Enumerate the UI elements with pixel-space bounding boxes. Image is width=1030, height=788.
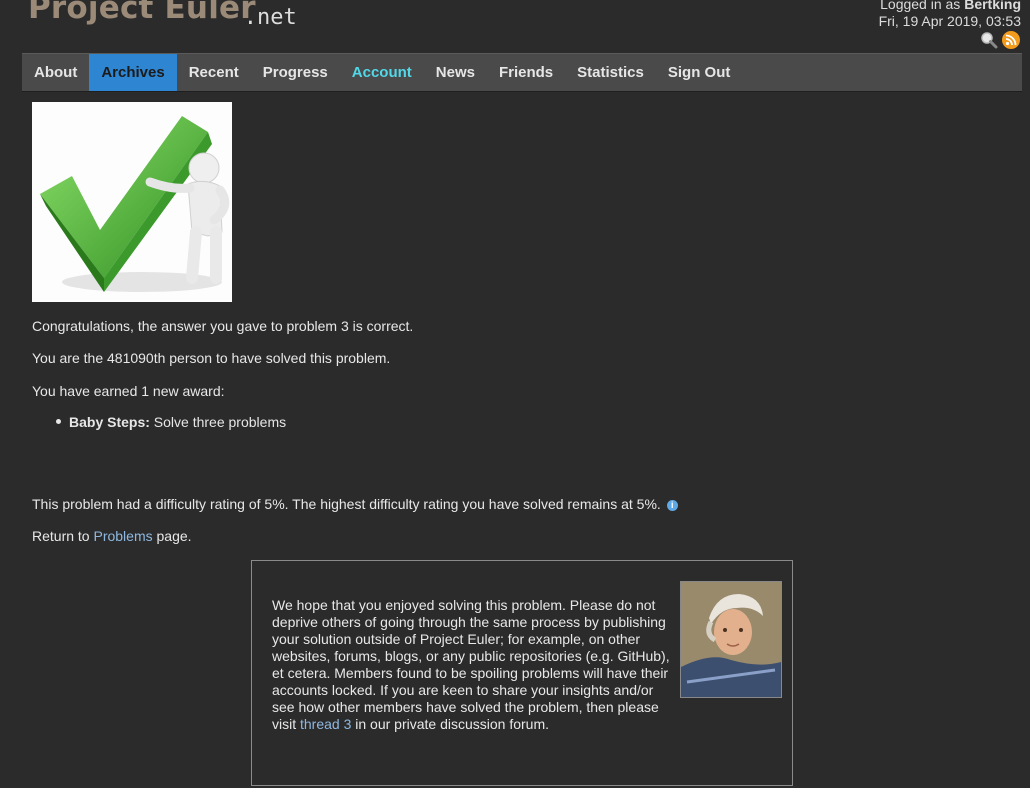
tab-news[interactable]: News xyxy=(424,54,487,91)
correct-answer-image xyxy=(32,102,232,302)
info-icon[interactable]: i xyxy=(666,500,678,511)
tab-about[interactable]: About xyxy=(22,54,89,91)
site-logo[interactable]: Project Euler.net xyxy=(28,0,309,30)
tab-recent[interactable]: Recent xyxy=(177,54,251,91)
logged-in-label: Logged in as xyxy=(880,0,965,12)
difficulty-text: This problem had a difficulty rating of … xyxy=(32,496,661,512)
euler-portrait xyxy=(680,581,782,698)
date-time: Fri, 19 Apr 2019, 03:53 xyxy=(878,13,1021,29)
logo-title: Project Euler xyxy=(28,0,256,26)
login-status: Logged in as Bertking Fri, 19 Apr 2019, … xyxy=(879,0,1021,30)
thread-link[interactable]: thread 3 xyxy=(300,716,351,732)
difficulty-line: This problem had a difficulty rating of … xyxy=(32,496,678,512)
award-description: Solve three problems xyxy=(149,414,287,430)
return-suffix: page. xyxy=(152,528,192,544)
tab-friends[interactable]: Friends xyxy=(487,54,565,91)
congrats-message: Congratulations, the answer you gave to … xyxy=(32,318,414,334)
rss-icon[interactable] xyxy=(1002,31,1020,49)
return-line: Return to Problems page. xyxy=(32,528,192,544)
tab-account[interactable]: Account xyxy=(340,54,424,91)
award-name: Baby Steps: xyxy=(69,414,150,430)
search-icon[interactable] xyxy=(980,31,998,49)
main-nav: About Archives Recent Progress Account N… xyxy=(22,53,1022,92)
bullet-icon xyxy=(56,419,61,424)
header-icons xyxy=(980,31,1020,49)
tab-archives[interactable]: Archives xyxy=(89,54,177,91)
logo-suffix: .net xyxy=(243,5,297,30)
problems-link[interactable]: Problems xyxy=(93,528,152,544)
award-item: Baby Steps: Solve three problems xyxy=(56,414,286,430)
tab-sign-out[interactable]: Sign Out xyxy=(656,54,743,91)
notice-end: in our private discussion forum. xyxy=(351,716,550,732)
tab-progress[interactable]: Progress xyxy=(251,54,340,91)
solver-rank: You are the 481090th person to have solv… xyxy=(32,350,391,366)
spoiler-notice-box: We hope that you enjoyed solving this pr… xyxy=(251,560,793,786)
award-intro: You have earned 1 new award: xyxy=(32,383,225,399)
notice-text: We hope that you enjoyed solving this pr… xyxy=(272,581,782,733)
tab-statistics[interactable]: Statistics xyxy=(565,54,656,91)
username[interactable]: Bertking xyxy=(964,0,1021,12)
return-prefix: Return to xyxy=(32,528,94,544)
notice-body: We hope that you enjoyed solving this pr… xyxy=(272,597,670,732)
